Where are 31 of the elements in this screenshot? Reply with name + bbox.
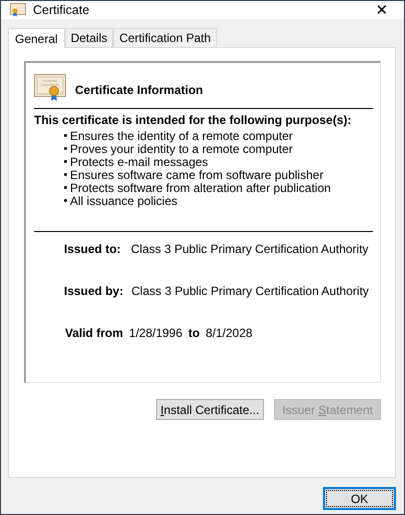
bullet-icon xyxy=(64,160,67,163)
field-value: 1/28/1996 xyxy=(129,326,182,340)
purpose-item: All issuance policies xyxy=(70,194,178,208)
field-label: Issued to: xyxy=(64,242,122,256)
bullet-icon xyxy=(64,173,67,176)
section-heading: Certificate Information xyxy=(75,83,204,97)
tab[interactable]: Certification Path xyxy=(113,28,217,47)
tab[interactable]: Details xyxy=(64,28,114,47)
purpose-item: Ensures the identity of a remote computer xyxy=(70,128,293,142)
purpose-item: Proves your identity to a remote computer xyxy=(70,142,293,156)
field-label: to xyxy=(188,326,200,340)
purpose-item: Protects e-mail messages xyxy=(70,154,208,168)
certificate-icon xyxy=(34,74,66,102)
bullet-icon xyxy=(64,147,67,150)
bullet-icon xyxy=(64,186,67,189)
certificate-icon xyxy=(10,3,26,17)
purpose-heading: This certificate is intended for the following purpose(s): xyxy=(34,113,352,127)
install-certificate-button[interactable]: Install Certificate... xyxy=(156,399,264,420)
close-button[interactable]: ✕ xyxy=(360,1,404,19)
field-value: Class 3 Public Primary Certification Authority xyxy=(131,284,369,298)
field-value: 8/1/2028 xyxy=(206,326,252,340)
purpose-item: Protects software from alteration after publication xyxy=(70,180,331,194)
window-title: Certificate xyxy=(33,3,90,17)
ok-button[interactable]: OK xyxy=(323,487,396,510)
field-value: Class 3 Public Primary Certification Authority xyxy=(131,242,368,256)
bullet-icon xyxy=(64,134,67,137)
tab[interactable]: General xyxy=(8,28,65,48)
bullet-icon xyxy=(64,199,67,202)
purpose-item: Ensures software came from software publisher xyxy=(70,168,324,182)
field-label: Issued by: xyxy=(64,284,124,298)
field-label: Valid from xyxy=(65,326,124,340)
